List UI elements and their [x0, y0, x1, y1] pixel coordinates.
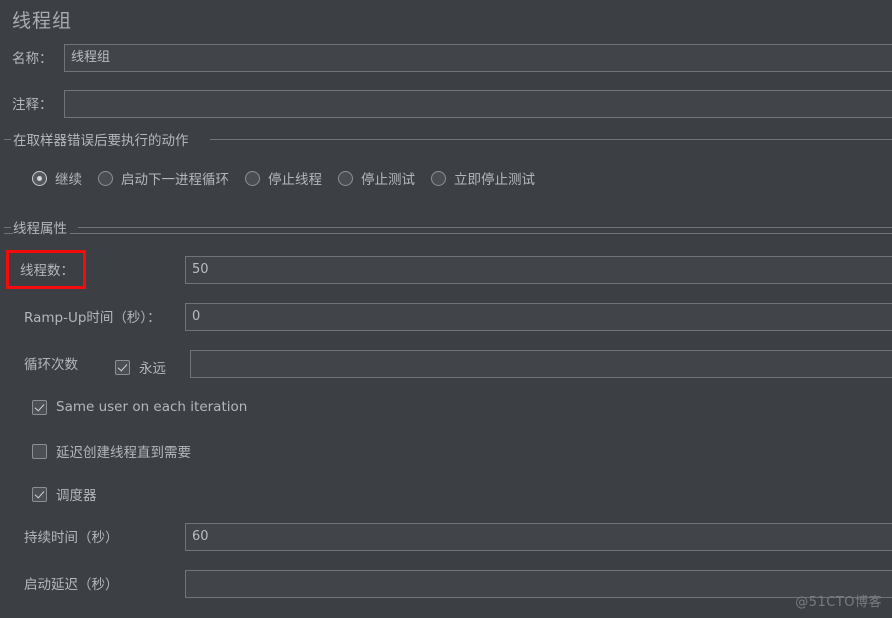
same-user-checkbox[interactable]: Same user on each iteration: [32, 399, 247, 415]
thread-properties-group-title: 线程属性: [13, 217, 70, 237]
loop-forever-checkbox-mark: [115, 359, 130, 375]
ramp-up-label: Ramp-Up时间（秒）：: [24, 310, 161, 326]
name-field-label: 名称：: [12, 51, 53, 67]
group-rule: [78, 227, 892, 228]
radio-start-next-loop-label: 启动下一进程循环: [121, 172, 229, 188]
same-user-label: Same user on each iteration: [56, 399, 248, 415]
loop-count-label: 循环次数: [24, 357, 78, 373]
loop-forever-label: 永远: [139, 361, 166, 377]
page-title: 线程组: [12, 10, 73, 32]
scheduler-checkbox-mark: [32, 486, 47, 502]
startup-delay-input[interactable]: [185, 570, 892, 598]
radio-stop-test-mark: [338, 170, 353, 186]
radio-continue-mark: [32, 170, 47, 186]
loop-forever-checkbox[interactable]: 永远: [115, 357, 166, 377]
radio-continue[interactable]: 继续: [32, 168, 82, 188]
error-action-group-title: 在取样器错误后要执行的动作: [13, 129, 192, 149]
delay-thread-creation-checkbox[interactable]: 延迟创建线程直到需要: [32, 441, 191, 461]
startup-delay-row: 启动延迟（秒）: [0, 570, 892, 600]
scheduler-label: 调度器: [56, 488, 97, 504]
duration-label: 持续时间（秒）: [24, 530, 119, 546]
same-user-checkbox-mark: [32, 399, 47, 415]
loop-count-row: 循环次数 永远: [0, 350, 892, 380]
radio-start-next-loop-mark: [98, 170, 113, 186]
radio-stop-thread-mark: [245, 170, 260, 186]
comment-field-row: 注释：: [0, 90, 892, 120]
ramp-up-row: Ramp-Up时间（秒）： 0: [0, 303, 892, 333]
comment-input[interactable]: [64, 90, 892, 118]
radio-start-next-loop[interactable]: 启动下一进程循环: [98, 168, 229, 188]
group-dash-icon: [4, 139, 11, 140]
scheduler-checkbox[interactable]: 调度器: [32, 484, 97, 504]
startup-delay-label: 启动延迟（秒）: [24, 577, 119, 593]
radio-stop-thread[interactable]: 停止线程: [245, 168, 322, 188]
radio-stop-test[interactable]: 停止测试: [338, 168, 415, 188]
error-action-radio-group: 继续 启动下一进程循环 停止线程 停止测试 立即停止测试: [32, 168, 551, 188]
comment-field-label: 注释：: [12, 97, 53, 113]
thread-properties-group-header: 线程属性: [4, 217, 892, 238]
loop-count-input[interactable]: [190, 350, 892, 378]
thread-group-panel: 线程组 名称： 线程组 注释： 在取样器错误后要执行的动作 继续 启动下一进程循…: [0, 0, 892, 618]
thread-count-row: 线程数： 50: [0, 256, 892, 286]
radio-stop-test-label: 停止测试: [361, 172, 415, 188]
radio-stop-test-now-mark: [431, 170, 446, 186]
thread-count-label: 线程数：: [20, 263, 74, 279]
duration-row: 持续时间（秒） 60: [0, 523, 892, 553]
name-field-row: 名称： 线程组: [0, 44, 892, 74]
radio-continue-label: 继续: [55, 172, 82, 188]
radio-stop-test-now[interactable]: 立即停止测试: [431, 168, 535, 188]
delay-thread-creation-checkbox-mark: [32, 443, 47, 459]
thread-count-input[interactable]: 50: [185, 256, 892, 284]
radio-stop-thread-label: 停止线程: [268, 172, 322, 188]
ramp-up-input[interactable]: 0: [185, 303, 892, 331]
group-dash-icon: [4, 227, 11, 228]
delay-thread-creation-label: 延迟创建线程直到需要: [56, 445, 191, 461]
duration-input[interactable]: 60: [185, 523, 892, 551]
watermark: @51CTO博客: [795, 595, 882, 610]
group-rule: [210, 139, 892, 140]
radio-stop-test-now-label: 立即停止测试: [454, 172, 535, 188]
name-input[interactable]: 线程组: [64, 44, 892, 72]
error-action-group-header: 在取样器错误后要执行的动作: [4, 129, 892, 150]
